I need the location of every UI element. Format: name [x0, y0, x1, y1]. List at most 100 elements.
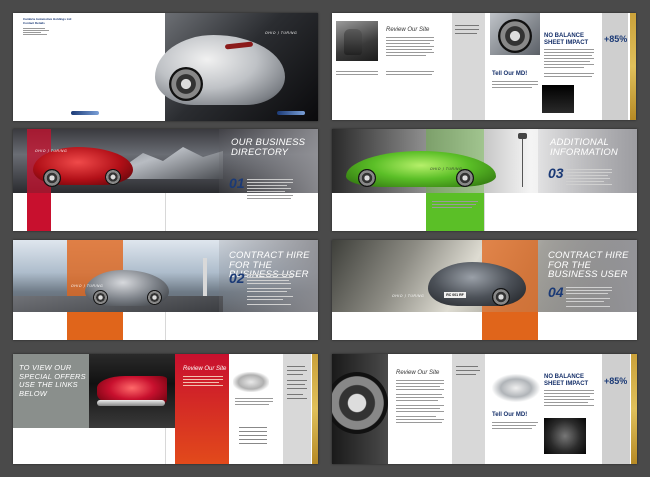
text-line: [492, 425, 536, 426]
gold-edge: [312, 354, 318, 464]
text-line: [183, 382, 219, 383]
text-line: [396, 400, 438, 401]
car-cutaway: [233, 372, 269, 392]
text-line: [396, 408, 440, 409]
tell-title: Tell Our MD!: [492, 71, 528, 77]
text-line: [544, 405, 594, 406]
text-line: [183, 385, 223, 386]
side-column: [602, 13, 628, 120]
text-line: [492, 428, 532, 429]
percent-figure: +85%: [604, 34, 628, 44]
text-line: [235, 404, 269, 405]
text-line: [566, 287, 612, 288]
section-number: 01: [229, 175, 245, 191]
engine-photo: [544, 418, 586, 454]
text-line: [566, 169, 612, 170]
text-line: [336, 71, 378, 72]
wheel-photo: [490, 13, 540, 55]
percent-figure: +85%: [604, 376, 628, 386]
car-photo-silver: OHIO ⟩ TURING: [155, 13, 318, 121]
text-line: [456, 370, 480, 371]
text-line: [287, 380, 307, 381]
text-line: [396, 411, 444, 412]
text-line: [386, 74, 432, 75]
spread-fold: [484, 354, 485, 464]
lighthouse: [203, 258, 207, 296]
text-line: [455, 29, 479, 30]
text-line: [566, 298, 610, 299]
text-line: [287, 374, 303, 375]
text-line: [247, 291, 287, 292]
wheel-icon: [492, 288, 510, 306]
text-line: [492, 84, 538, 85]
text-line: [432, 201, 478, 202]
text-line: [544, 64, 594, 65]
text-line: [287, 394, 303, 395]
text-line: [183, 376, 223, 377]
chrome-strip: [97, 400, 165, 406]
text-line: [235, 398, 273, 399]
text-line: [544, 402, 588, 403]
side-column: [602, 354, 630, 464]
section-heading: ADDITIONAL INFORMATION: [550, 137, 618, 158]
text-line: [396, 419, 444, 420]
text-line: [396, 416, 436, 417]
text-line: [544, 58, 594, 59]
offers-text: TO VIEW OUR SPECIAL OFFERS USE THE LINKS…: [19, 363, 86, 398]
text-line: [247, 198, 291, 199]
text-line: [23, 28, 45, 29]
brochure-spread-directory: OHIO ⟩ TURING OUR BUSINESS DIRECTORY 01: [13, 129, 318, 231]
text-line: [386, 52, 434, 53]
wheel-icon: [43, 169, 61, 187]
text-line: [396, 383, 444, 384]
text-line: [396, 405, 444, 406]
text-line: [386, 43, 430, 44]
text-line: [455, 33, 477, 34]
section-heading: CONTRACT HIRE FOR THE BUSINESS USER: [548, 250, 629, 280]
text-line: [247, 195, 293, 196]
text-line: [247, 304, 291, 305]
brochure-spread-contract-hire-a: OHIO ⟩ TURING CONTRACT HIRE FOR THE BUSI…: [13, 240, 318, 340]
text-line: [247, 277, 293, 278]
text-line: [287, 398, 307, 399]
text-line: [336, 74, 378, 75]
text-line: [544, 393, 594, 394]
wheel-icon: [105, 169, 121, 185]
text-line: [287, 388, 307, 389]
text-line: [386, 71, 434, 72]
text-line: [396, 422, 442, 423]
text-line: [247, 182, 293, 183]
text-line: [544, 399, 594, 400]
text-line: [183, 379, 223, 380]
text-line: [432, 204, 476, 205]
text-line: [247, 191, 285, 192]
text-line: [287, 370, 307, 371]
text-line: [566, 184, 612, 185]
brand-logo-small: [71, 111, 99, 115]
text-line: [396, 386, 440, 387]
text-line: [566, 172, 612, 173]
brand-logo: OHIO ⟩ TURING: [430, 167, 463, 171]
text-line: [23, 30, 49, 31]
text-line: [247, 188, 291, 189]
text-line: [386, 46, 434, 47]
text-line: [566, 293, 608, 294]
brand-logo: OHIO ⟩ TURING: [35, 149, 68, 153]
seat-shape: [344, 29, 362, 55]
car-cutaway: [492, 374, 540, 402]
brand-logo-right: [277, 111, 305, 115]
review-title: Review Our Site: [183, 366, 227, 372]
text-line: [247, 296, 293, 297]
text-line: [247, 185, 287, 186]
text-line: [544, 61, 590, 62]
text-line: [23, 34, 47, 35]
brand-logo: OHIO ⟩ TURING: [265, 31, 298, 35]
brochure-spread-additional: OHIO ⟩ TURING ADDITIONAL INFORMATION 03: [332, 129, 637, 231]
brochure-spread-review: Review Our Site NO BALANCE SHEET IMPACT …: [332, 13, 636, 120]
text-line: [396, 389, 444, 390]
wheel-icon: [358, 169, 376, 187]
text-line: [544, 49, 594, 50]
gold-edge: [631, 354, 637, 464]
contact-details: Contact Details: [23, 21, 45, 25]
dealer-logos: [239, 424, 267, 444]
